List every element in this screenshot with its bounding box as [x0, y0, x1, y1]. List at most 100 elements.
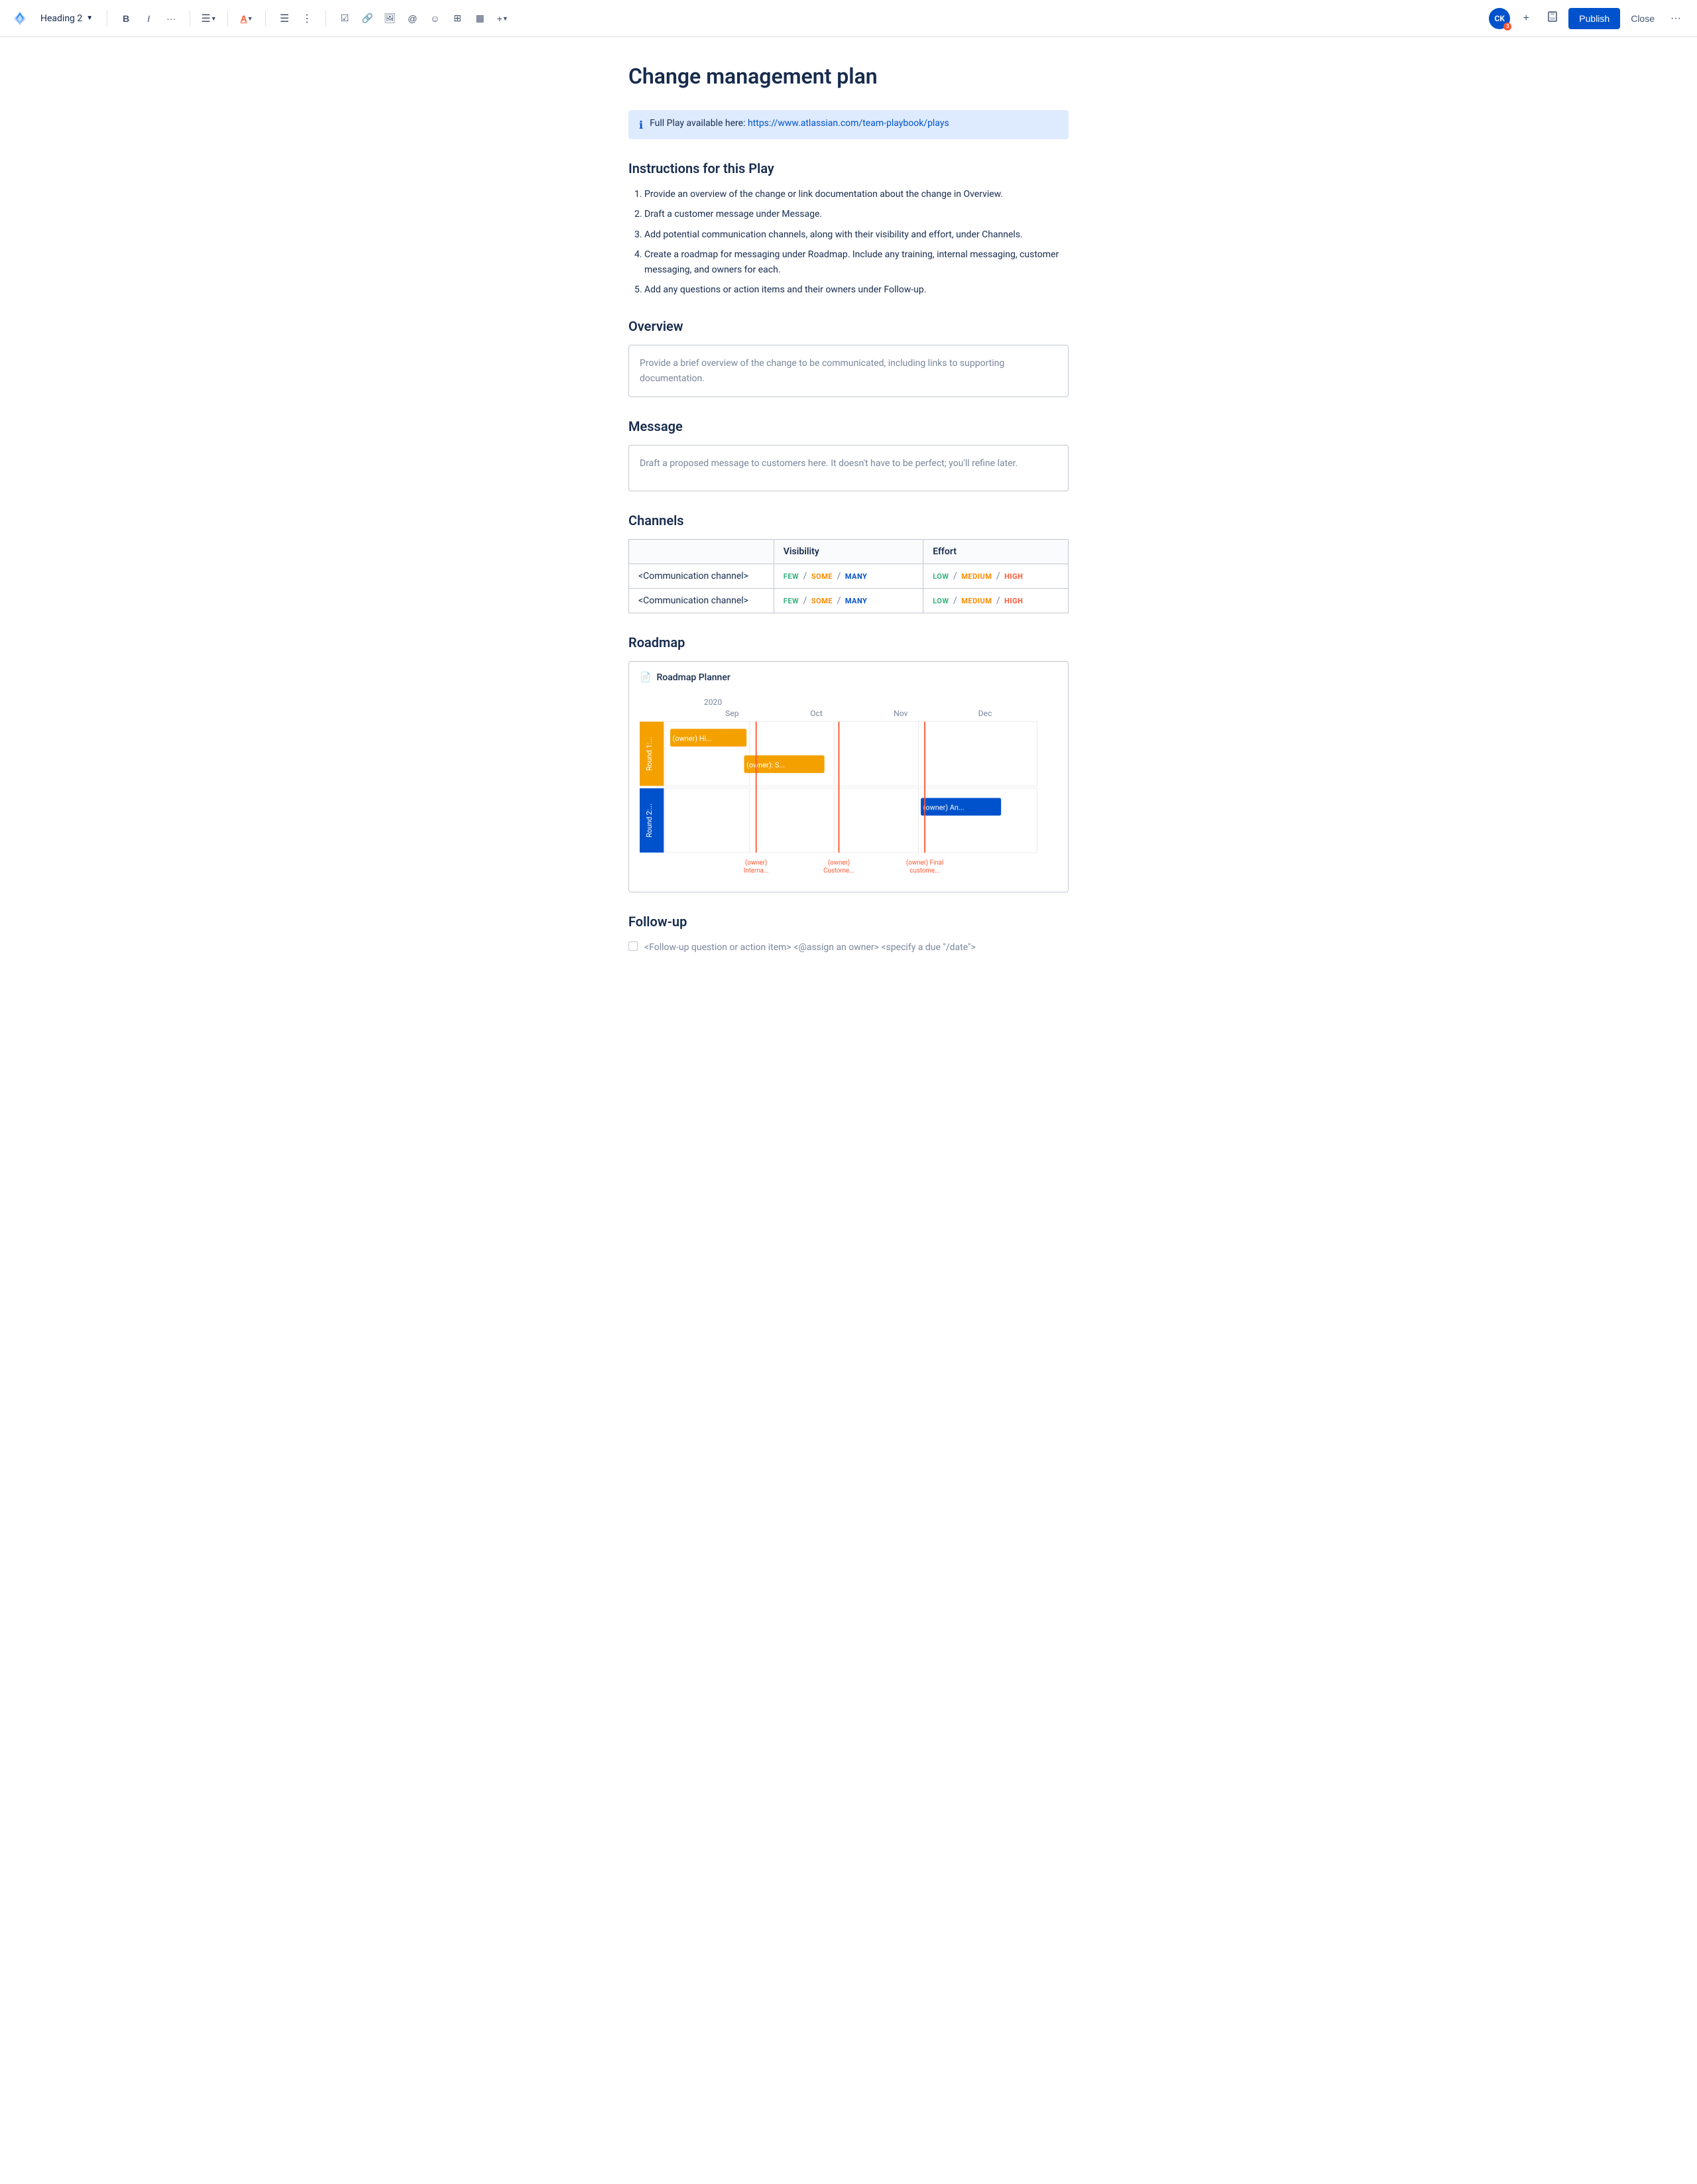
color-icon: A — [241, 13, 247, 24]
task-button[interactable]: ☑ — [334, 8, 355, 29]
bullet-list-icon: ☰ — [280, 12, 289, 25]
list-buttons: ☰ ⋮ — [274, 8, 318, 29]
save-button[interactable] — [1542, 8, 1563, 29]
bold-button[interactable]: B — [115, 8, 137, 29]
page-title[interactable]: Change management plan — [628, 64, 1069, 89]
table-icon: ⊞ — [453, 13, 461, 24]
message-section: Message Draft a proposed message to cust… — [628, 418, 1069, 491]
followup-checkbox[interactable] — [628, 941, 638, 951]
visibility-few-1[interactable]: FEW — [784, 572, 799, 581]
row2-cell2 — [750, 788, 834, 853]
roadmap-header: 📄 Roadmap Planner — [640, 672, 1057, 683]
message-panel[interactable]: Draft a proposed message to customers he… — [628, 445, 1069, 491]
table-button[interactable]: ⊞ — [447, 8, 468, 29]
row1-cell3 — [834, 722, 918, 786]
info-box: ℹ Full Play available here: https://www.… — [628, 110, 1069, 139]
channel-name-1[interactable]: <Communication channel> — [629, 564, 774, 589]
mention-button[interactable]: @ — [402, 8, 423, 29]
message-heading: Message — [628, 418, 1069, 434]
col-effort: Effort — [923, 540, 1069, 564]
effort-low-2[interactable]: LOW — [933, 597, 949, 605]
instructions-section: Instructions for this Play Provide an ov… — [628, 160, 1069, 297]
toolbar-right: CK 3 + Publish Close ··· — [1489, 8, 1686, 29]
visibility-1: FEW / SOME / MANY — [774, 564, 923, 589]
overview-placeholder: Provide a brief overview of the change t… — [640, 358, 1004, 383]
more-insert-chevron-icon: ▼ — [502, 15, 508, 22]
image-icon: 🖼 — [384, 13, 396, 24]
instructions-heading: Instructions for this Play — [628, 160, 1069, 176]
plus-icon: + — [1523, 13, 1529, 25]
info-text: Full Play available here: https://www.at… — [650, 118, 949, 129]
instructions-list: Provide an overview of the change or lin… — [628, 187, 1069, 297]
overview-section: Overview Provide a brief overview of the… — [628, 318, 1069, 397]
list-item: Provide an overview of the change or lin… — [644, 187, 1069, 202]
info-link[interactable]: https://www.atlassian.com/team-playbook/… — [748, 118, 949, 129]
format-buttons: B I ··· — [115, 8, 182, 29]
channels-heading: Channels — [628, 513, 1069, 528]
roadmap-section: Roadmap 📄 Roadmap Planner 2020 Sep Oct N… — [628, 635, 1069, 892]
task-icon: ☑ — [341, 13, 349, 24]
heading-dropdown[interactable]: Heading 2 ▼ — [34, 10, 99, 27]
toolbar: Heading 2 ▼ B I ··· ☰ ▼ A ▼ ☰ ⋮ ☑ 🔗 — [0, 0, 1697, 37]
color-button[interactable]: A ▼ — [236, 8, 257, 29]
followup-heading: Follow-up — [628, 914, 1069, 930]
row1-cell4 — [918, 722, 1037, 786]
emoji-button[interactable]: ☺ — [424, 8, 445, 29]
month-dec: Dec — [978, 709, 992, 718]
toolbar-divider-5 — [325, 11, 326, 27]
followup-placeholder[interactable]: <Follow-up question or action item> <@as… — [644, 940, 976, 955]
app-logo[interactable] — [11, 9, 29, 28]
col-visibility: Visibility — [774, 540, 923, 564]
more-insert-button[interactable]: + ▼ — [492, 8, 513, 29]
list-item: Add any questions or action items and th… — [644, 282, 1069, 297]
align-icon: ☰ — [202, 12, 211, 25]
link-icon: 🔗 — [361, 13, 373, 24]
visibility-some-2[interactable]: SOME — [811, 597, 833, 605]
user-avatar[interactable]: CK 3 — [1489, 8, 1510, 29]
table-row: <Communication channel> FEW / SOME / MAN… — [629, 589, 1069, 613]
numbered-list-button[interactable]: ⋮ — [296, 8, 318, 29]
table-row: <Communication channel> FEW / SOME / MAN… — [629, 564, 1069, 589]
table-header-row: Visibility Effort — [629, 540, 1069, 564]
row1-cell2 — [750, 722, 834, 786]
add-collaborator-button[interactable]: + — [1515, 8, 1537, 29]
info-prefix: Full Play available here: — [650, 118, 745, 129]
round2-label-text: Round 2:... — [645, 804, 654, 837]
bar-an-label: (owner) An... — [923, 804, 965, 812]
more-format-button[interactable]: ··· — [160, 8, 182, 29]
overflow-menu-button[interactable]: ··· — [1665, 8, 1686, 29]
avatar-initials: CK — [1495, 14, 1505, 23]
close-button[interactable]: Close — [1625, 8, 1660, 29]
image-button[interactable]: 🖼 — [379, 8, 400, 29]
visibility-many-2[interactable]: MANY — [845, 597, 868, 605]
effort-high-2[interactable]: HIGH — [1004, 597, 1023, 605]
month-oct: Oct — [810, 709, 823, 718]
list-item: Draft a customer message under Message. — [644, 207, 1069, 221]
visibility-many-1[interactable]: MANY — [845, 572, 868, 581]
month-sep: Sep — [725, 709, 739, 718]
roadmap-container: 📄 Roadmap Planner 2020 Sep Oct Nov Dec R… — [628, 661, 1069, 892]
gantt-chart: 2020 Sep Oct Nov Dec Round 1:... — [640, 694, 1057, 879]
effort-low-1[interactable]: LOW — [933, 572, 949, 581]
year-label: 2020 — [704, 698, 722, 707]
chevron-down-icon: ▼ — [86, 15, 93, 22]
link-button[interactable]: 🔗 — [357, 8, 378, 29]
toolbar-divider-4 — [265, 11, 266, 27]
color-chevron-icon: ▼ — [247, 15, 253, 22]
visibility-few-2[interactable]: FEW — [784, 597, 799, 605]
italic-button[interactable]: I — [138, 8, 159, 29]
mention-icon: @ — [408, 13, 417, 24]
visibility-some-1[interactable]: SOME — [811, 572, 833, 581]
roadmap-heading: Roadmap — [628, 635, 1069, 650]
effort-medium-1[interactable]: MEDIUM — [961, 572, 992, 581]
channel-name-2[interactable]: <Communication channel> — [629, 589, 774, 613]
publish-button[interactable]: Publish — [1568, 8, 1620, 29]
effort-medium-2[interactable]: MEDIUM — [961, 597, 992, 605]
bullet-list-button[interactable]: ☰ — [274, 8, 295, 29]
overview-panel[interactable]: Provide a brief overview of the change t… — [628, 345, 1069, 397]
align-button[interactable]: ☰ ▼ — [198, 8, 219, 29]
layout-button[interactable]: ▦ — [469, 8, 491, 29]
milestone-label-2: (owner) — [828, 859, 850, 867]
col-channel — [629, 540, 774, 564]
effort-high-1[interactable]: HIGH — [1004, 572, 1023, 581]
